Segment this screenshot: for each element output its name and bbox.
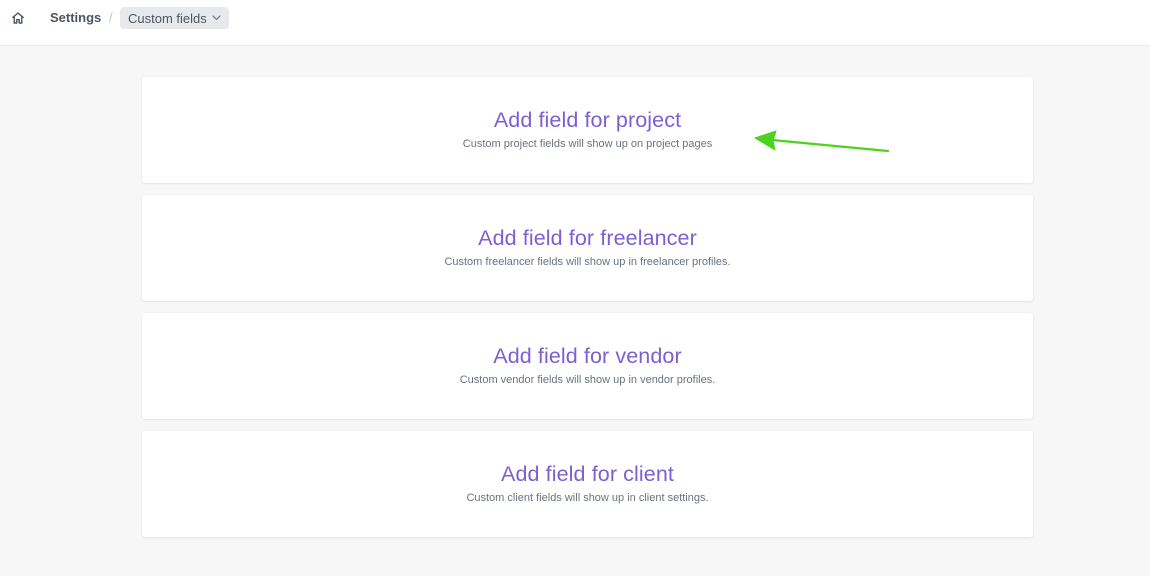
add-vendor-field-card[interactable]: Add field for vendor Custom vendor field… [142, 313, 1033, 419]
card-subtitle: Custom project fields will show up on pr… [462, 138, 713, 150]
add-client-field-card[interactable]: Add field for client Custom client field… [142, 431, 1033, 537]
card-title: Add field for vendor [493, 344, 682, 368]
top-bar: Settings / Custom fields [0, 0, 1150, 46]
add-project-field-card[interactable]: Add field for project Custom project fie… [142, 77, 1033, 183]
breadcrumb-separator: / [109, 10, 113, 25]
card-title: Add field for freelancer [478, 226, 697, 250]
card-subtitle: Custom freelancer fields will show up in… [444, 256, 731, 268]
breadcrumb-custom-fields-dropdown[interactable]: Custom fields [120, 7, 229, 29]
chevron-down-icon [212, 15, 221, 21]
card-subtitle: Custom client fields will show up in cli… [466, 492, 709, 504]
add-freelancer-field-card[interactable]: Add field for freelancer Custom freelanc… [142, 195, 1033, 301]
breadcrumb-current-label: Custom fields [128, 10, 207, 26]
card-subtitle: Custom vendor fields will show up in ven… [459, 374, 716, 386]
breadcrumb-settings-link[interactable]: Settings [50, 10, 101, 26]
home-button[interactable] [8, 8, 28, 28]
card-title: Add field for client [501, 462, 674, 486]
home-icon [12, 12, 24, 24]
card-title: Add field for project [493, 108, 682, 132]
